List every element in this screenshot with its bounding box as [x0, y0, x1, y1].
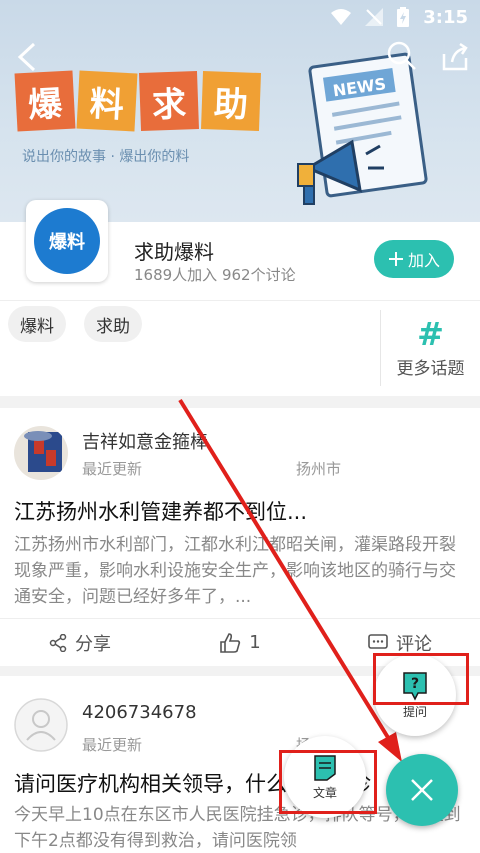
post-author: 4206734678	[82, 702, 197, 723]
highlight-box-ask	[373, 653, 469, 705]
like-count: 1	[249, 632, 261, 653]
avatar[interactable]	[14, 426, 68, 480]
wifi-icon	[331, 9, 352, 25]
back-arrow-icon[interactable]	[12, 40, 46, 74]
banner-slogan: 说出你的故事 · 爆出你的料	[22, 149, 190, 165]
banner-title: 爆 料 求 助	[14, 70, 261, 132]
comment-action[interactable]: 评论	[320, 630, 480, 656]
post-card[interactable]: 吉祥如意金箍棒 最近更新 扬州市 江苏扬州水利管建养都不到位... 江苏扬州市水…	[0, 408, 480, 666]
hashtag-icon: #	[417, 314, 444, 353]
ask-label: 提问	[402, 704, 427, 719]
join-label: 加入	[407, 251, 440, 270]
status-bar: 3:15	[0, 0, 480, 34]
battery-icon	[397, 7, 410, 27]
thumbs-up-icon	[220, 632, 241, 653]
more-topics-button[interactable]: # 更多话题	[380, 310, 480, 386]
share-nodes-icon	[49, 633, 67, 652]
group-banner: 爆 料 求 助 说出你的故事 · 爆出你的料 NEWS 3:15	[0, 0, 480, 222]
close-icon	[411, 779, 433, 801]
search-icon[interactable]	[386, 40, 418, 72]
like-action[interactable]: 1	[160, 632, 320, 654]
join-button[interactable]: 加入	[374, 240, 454, 278]
signal-icon	[365, 8, 384, 26]
banner-tile: 助	[201, 71, 261, 131]
share-label: 分享	[75, 633, 111, 655]
share-icon[interactable]	[440, 42, 470, 72]
news-megaphone-illustration: NEWS	[297, 52, 428, 205]
post-updated: 最近更新	[82, 460, 143, 478]
group-name: 求助爆料	[134, 240, 214, 264]
comment-label: 评论	[396, 633, 432, 655]
fab-close-button[interactable]	[386, 754, 458, 826]
post-updated: 最近更新	[82, 736, 143, 754]
share-action[interactable]: 分享	[0, 630, 160, 656]
comment-icon	[368, 633, 388, 649]
banner-tile: 求	[139, 71, 199, 131]
post-excerpt: 江苏扬州市水利部门，江都水利江都昭关闸，灌渠路段开裂现象严重，影响水利设施安全生…	[14, 535, 456, 607]
status-time: 3:15	[423, 6, 468, 28]
topic-chip-qiuzhu[interactable]: 求助	[84, 306, 142, 342]
group-logo: 爆料	[26, 200, 108, 282]
post-location: 扬州市	[296, 460, 342, 478]
plus-icon	[388, 252, 403, 266]
banner-tile: 料	[76, 70, 138, 132]
banner-tile: 爆	[14, 70, 76, 132]
highlight-box-article	[279, 750, 377, 814]
avatar[interactable]	[14, 698, 68, 752]
group-stats: 1689人加入 962个讨论	[134, 266, 296, 284]
group-logo-text: 爆料	[34, 208, 100, 274]
more-topics-label: 更多话题	[396, 358, 465, 379]
topic-chip-baoliao[interactable]: 爆料	[8, 306, 66, 342]
post-author: 吉祥如意金箍棒	[82, 432, 208, 453]
post-title[interactable]: 江苏扬州水利管建养都不到位...	[14, 496, 307, 526]
